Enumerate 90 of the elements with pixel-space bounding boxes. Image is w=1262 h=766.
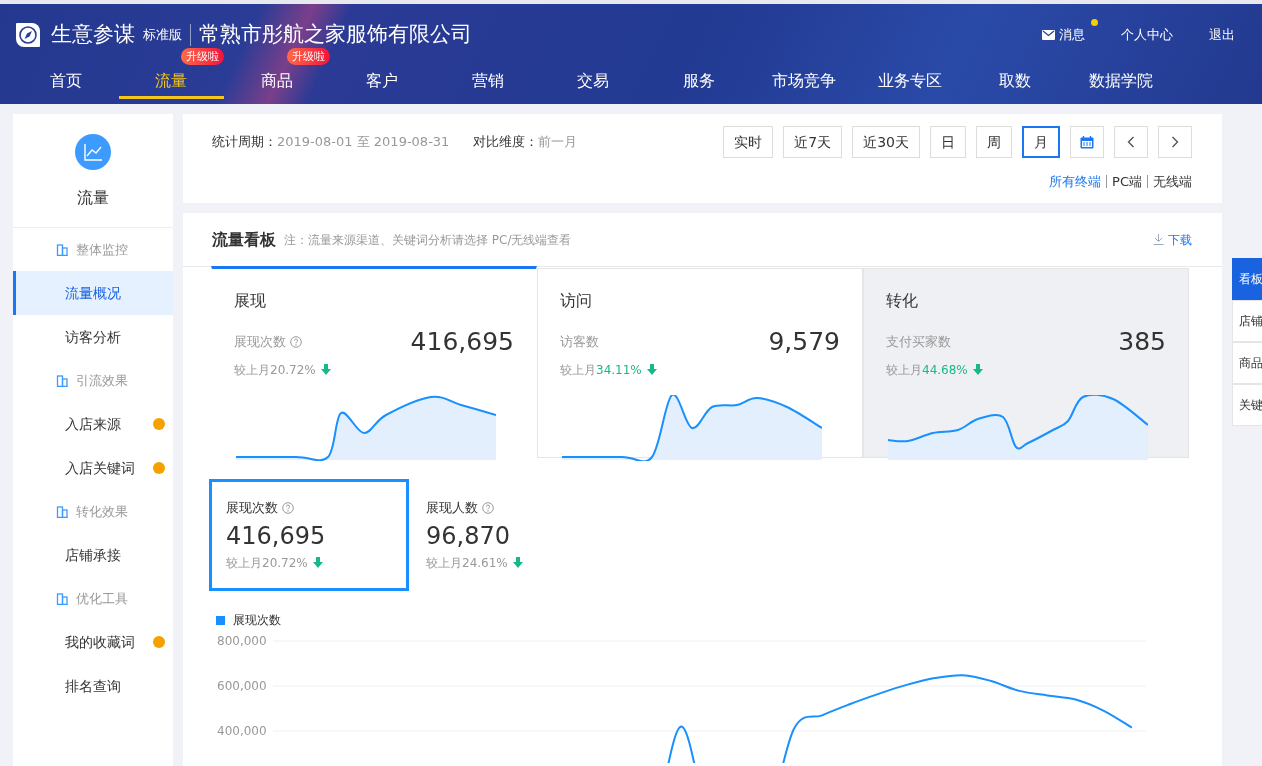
tab-title: 转化 xyxy=(886,290,919,312)
metric-card[interactable]: 展现人数 96,870 较上月24.61% xyxy=(409,479,609,591)
sidebar-item[interactable]: 店铺承接 xyxy=(13,533,173,577)
side-tab[interactable]: 看板 xyxy=(1232,258,1262,300)
nav-tab[interactable]: 交易 xyxy=(540,65,646,99)
range-button[interactable]: 近30天 xyxy=(852,126,920,158)
help-icon[interactable] xyxy=(290,335,302,348)
sidebar-item[interactable]: 入店关键词 xyxy=(13,446,173,490)
chevron-left-icon xyxy=(1127,136,1135,148)
sidebar-group-label: 转化效果 xyxy=(76,502,128,521)
metric-label: 展现次数 xyxy=(226,499,278,517)
side-tab[interactable]: 店铺 xyxy=(1232,300,1262,342)
compare-text: 较上月 34.11% xyxy=(560,361,642,379)
metric-value: 96,870 xyxy=(426,520,511,552)
building-icon xyxy=(56,592,68,605)
tick-label: 400,000 xyxy=(217,724,267,738)
building-icon xyxy=(56,505,68,518)
building-icon xyxy=(56,243,68,256)
calendar-icon xyxy=(1080,135,1094,149)
side-tab[interactable]: 商品 xyxy=(1232,342,1262,384)
compare-text: 较上月 20.72% xyxy=(234,361,316,379)
building-icon xyxy=(56,374,68,387)
terminal-link[interactable]: 无线端 xyxy=(1153,172,1192,192)
range-button[interactable]: 日 xyxy=(930,126,966,158)
sidebar-item[interactable]: 我的收藏词 xyxy=(13,620,173,664)
tab-title: 访问 xyxy=(560,290,593,312)
metric-label: 展现人数 xyxy=(426,499,478,517)
header-link[interactable]: 退出 xyxy=(1209,25,1235,45)
nav-tab[interactable]: 客户 xyxy=(329,65,435,99)
upgrade-badge: 升级啦 xyxy=(181,48,224,65)
nav-tab[interactable]: 取数 xyxy=(962,65,1068,99)
terminal-link[interactable]: 所有终端 xyxy=(1049,172,1102,192)
tab-title: 展现 xyxy=(234,290,267,312)
help-icon[interactable] xyxy=(282,501,294,514)
sidebar-item[interactable]: 流量概况 xyxy=(13,271,173,315)
metric-value: 416,695 xyxy=(226,520,327,552)
period-text: 统计周期：2019-08-01 至 2019-08-31 xyxy=(212,133,450,152)
metric-label: 访客数 xyxy=(560,333,599,351)
company-name: 常熟市彤航之家服饰有限公司 xyxy=(199,21,472,49)
previous-button[interactable] xyxy=(1114,126,1148,158)
line-chart-icon xyxy=(75,134,111,170)
compare-text: 较上月24.61% xyxy=(426,554,508,572)
terminal-link[interactable]: PC端 xyxy=(1112,172,1142,192)
compare-text: 较上月44.68% xyxy=(886,361,968,379)
metric-tab[interactable]: 转化 支付买家数 385 较上月44.68% xyxy=(863,268,1189,458)
metric-label: 展现次数 xyxy=(234,333,286,351)
mail-icon xyxy=(1042,30,1055,40)
sidebar-group-label: 整体监控 xyxy=(76,240,128,259)
chevron-right-icon xyxy=(1171,136,1179,148)
board-note: 注：流量来源渠道、关键词分析请选择 PC/无线端查看 xyxy=(284,231,572,249)
header-link[interactable]: 个人中心 xyxy=(1121,25,1173,45)
nav-tab[interactable]: 数据学院 xyxy=(1068,65,1174,99)
sidebar-group-label: 优化工具 xyxy=(76,589,128,608)
calendar-button[interactable] xyxy=(1070,126,1104,158)
nav-tab[interactable]: 首页 xyxy=(13,65,119,99)
board-title: 流量看板 xyxy=(212,228,276,251)
download-icon xyxy=(1153,234,1164,245)
help-icon[interactable] xyxy=(482,501,494,514)
metric-value: 9,579 xyxy=(768,326,840,358)
nav-tab[interactable]: 业务专区 xyxy=(857,65,963,99)
nav-tab[interactable]: 市场竞争 xyxy=(751,65,857,99)
metric-label: 支付买家数 xyxy=(886,333,951,351)
sidebar-group-label: 引流效果 xyxy=(76,371,128,390)
brand-name: 生意参谋 xyxy=(51,21,135,49)
sidebar-item[interactable]: 入店来源 xyxy=(13,402,173,446)
range-button[interactable]: 周 xyxy=(976,126,1012,158)
sidebar-item[interactable]: 排名查询 xyxy=(13,664,173,708)
sidebar-title: 流量 xyxy=(77,187,109,209)
compare-text: 较上月20.72% xyxy=(226,554,308,572)
nav-tab[interactable]: 服务 xyxy=(646,65,752,99)
sidebar-item[interactable]: 访客分析 xyxy=(13,315,173,359)
download-link[interactable]: 下载 xyxy=(1153,230,1192,249)
tick-label: 600,000 xyxy=(217,679,267,693)
range-button[interactable]: 近7天 xyxy=(783,126,843,158)
upgrade-badge: 升级啦 xyxy=(286,48,330,65)
next-button[interactable] xyxy=(1158,126,1192,158)
metric-tab[interactable]: 访问 访客数 9,579 较上月 34.11% xyxy=(537,268,863,458)
range-button[interactable]: 月 xyxy=(1022,126,1060,158)
header-link[interactable]: 消息 xyxy=(1042,25,1085,45)
metric-card[interactable]: 展现次数 416,695 较上月20.72% xyxy=(209,479,409,591)
nav-tab[interactable]: 营销 xyxy=(435,65,541,99)
tick-label: 800,000 xyxy=(217,634,267,648)
metric-value: 385 xyxy=(1118,326,1166,358)
metric-value: 416,695 xyxy=(410,326,514,358)
nav-tab[interactable]: 商品 xyxy=(224,65,330,99)
range-button[interactable]: 实时 xyxy=(723,126,774,158)
edition-label: 标准版 xyxy=(143,26,182,45)
compass-logo-icon xyxy=(13,20,43,50)
legend-label: 展现次数 xyxy=(233,612,281,629)
side-tab[interactable]: 关键 xyxy=(1232,384,1262,426)
